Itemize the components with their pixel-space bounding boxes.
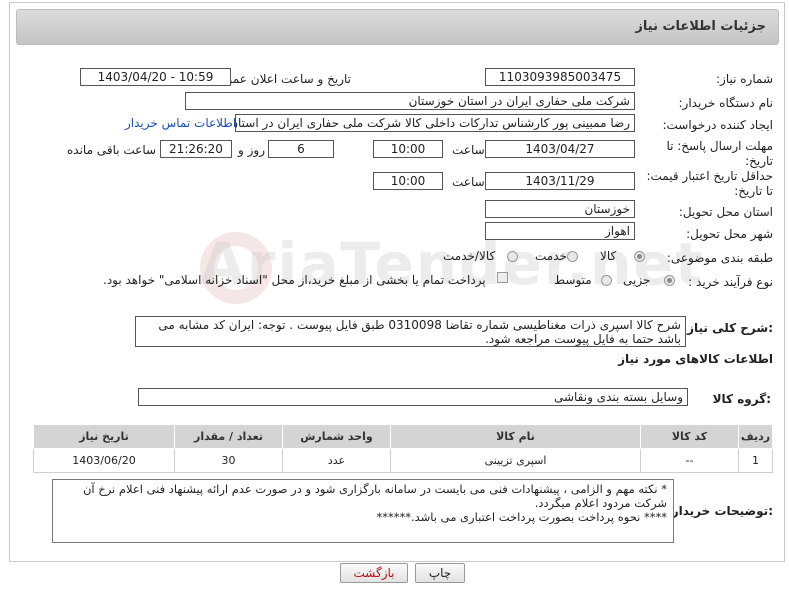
- category-label: طبقه بندی موضوعی:: [666, 251, 773, 265]
- cell-qty: 30: [174, 448, 283, 473]
- watermark: AriaTender.net: [200, 230, 705, 298]
- buyer-notes-line1: * نکته مهم و الزامی ، پیشنهادات فنی می ب…: [82, 482, 667, 510]
- validity-date-field: 1403/11/29: [485, 172, 635, 190]
- col-date-header: تاریخ نیاز: [33, 424, 175, 449]
- requester-label: ایجاد کننده درخواست:: [662, 118, 773, 132]
- category-both-label: کالا/خدمت: [443, 249, 496, 263]
- goods-section-title: اطلاعات کالاهای مورد نیاز: [618, 352, 773, 366]
- cell-date: 1403/06/20: [33, 448, 175, 473]
- deadline-label: مهلت ارسال پاسخ: تا تاریخ:: [666, 139, 773, 168]
- description-field: شرح کالا اسپری ذرات مغناطیسی شماره تقاضا…: [135, 316, 686, 347]
- treasury-payment-checkbox[interactable]: [497, 272, 508, 283]
- requester-field: رضا ممبینی پور کارشناس تدارکات داخلی کال…: [235, 114, 635, 132]
- validity-time-label: ساعت: [452, 175, 485, 189]
- remaining-time-field: 21:26:20: [160, 140, 232, 158]
- col-name-header: نام کالا: [390, 424, 641, 449]
- cell-row: 1: [738, 448, 773, 473]
- print-button[interactable]: چاپ: [415, 563, 465, 583]
- panel-header: جزئیات اطلاعات نیاز: [16, 9, 779, 45]
- deadline-time-field: 10:00: [373, 140, 443, 158]
- buyer-notes-label: توضیحات خریدار:: [671, 504, 773, 518]
- panel-title: جزئیات اطلاعات نیاز: [635, 19, 766, 34]
- process-medium-radio[interactable]: [601, 275, 612, 286]
- table-row: 1 -- اسپری تزیینی عدد 30 1403/06/20: [33, 448, 773, 473]
- need-number-field: 1103093985003475: [485, 68, 635, 86]
- contact-buyer-link[interactable]: اطلاعات تماس خریدار: [125, 116, 236, 130]
- buyer-notes-line2: **** نحوه پرداخت بصورت پرداخت اعتباری می…: [376, 510, 667, 524]
- buyer-org-field: شرکت ملی حفاری ایران در استان خوزستان: [185, 92, 635, 110]
- province-field: خوزستان: [485, 200, 635, 218]
- validity-label: حداقل تاریخ اعتبار قیمت: تا تاریخ:: [646, 169, 773, 198]
- process-medium-label: متوسط: [554, 273, 592, 287]
- category-both-radio[interactable]: [507, 251, 518, 262]
- days-label: روز و: [238, 143, 265, 157]
- col-code-header: کد کالا: [640, 424, 739, 449]
- days-field: 6: [268, 140, 334, 158]
- category-service-radio[interactable]: [567, 251, 578, 262]
- goods-group-label: گروه کالا:: [712, 392, 771, 406]
- cell-code: --: [640, 448, 739, 473]
- treasury-payment-note: پرداخت تمام یا بخشی از مبلغ خرید،از محل …: [103, 273, 486, 287]
- category-goods-radio[interactable]: [634, 251, 645, 262]
- process-minor-label: جزیی: [623, 273, 651, 287]
- items-table: ردیف کد کالا نام کالا واحد شمارش تعداد /…: [33, 424, 773, 473]
- process-label: نوع فرآیند خرید :: [688, 275, 773, 289]
- category-service-label: خدمت: [535, 249, 567, 263]
- col-row-header: ردیف: [738, 424, 773, 449]
- table-header-row: ردیف کد کالا نام کالا واحد شمارش تعداد /…: [33, 424, 773, 449]
- city-label: شهر محل تحویل:: [686, 227, 773, 241]
- back-button[interactable]: بازگشت: [340, 563, 408, 583]
- deadline-time-label: ساعت: [452, 143, 485, 157]
- deadline-date-field: 1403/04/27: [485, 140, 635, 158]
- goods-group-field: وسایل بسته بندی ونقاشی: [138, 388, 688, 406]
- cell-unit: عدد: [282, 448, 391, 473]
- cell-name: اسپری تزیینی: [390, 448, 641, 473]
- announce-field: 1403/04/20 - 10:59: [80, 68, 231, 86]
- buyer-notes-field: * نکته مهم و الزامی ، پیشنهادات فنی می ب…: [52, 479, 674, 543]
- process-minor-radio[interactable]: [664, 275, 675, 286]
- validity-time-field: 10:00: [373, 172, 443, 190]
- city-field: اهواز: [485, 222, 635, 240]
- buyer-org-label: نام دستگاه خریدار:: [678, 96, 774, 110]
- col-qty-header: تعداد / مقدار: [174, 424, 283, 449]
- description-label: شرح کلی نیاز:: [687, 321, 773, 335]
- col-unit-header: واحد شمارش: [282, 424, 391, 449]
- need-number-label: شماره نیاز:: [716, 72, 773, 86]
- province-label: استان محل تحویل:: [678, 205, 773, 219]
- category-goods-label: کالا: [600, 249, 617, 263]
- remaining-label: ساعت باقی مانده: [67, 143, 157, 157]
